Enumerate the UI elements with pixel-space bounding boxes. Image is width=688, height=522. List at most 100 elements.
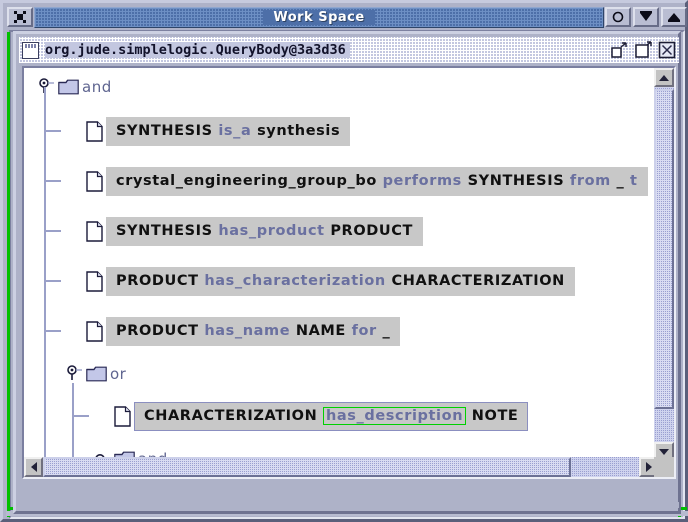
maximize-icon: [635, 41, 652, 58]
document-icon: [86, 120, 103, 142]
scroll-left-button[interactable]: [24, 457, 43, 477]
folder-icon: [58, 79, 79, 95]
tree-guide-line: [44, 131, 46, 181]
tree-guide-line: [44, 181, 46, 231]
arrow-right-icon: [645, 462, 652, 472]
tree-row[interactable]: crystal_engineering_group_bo performs SY…: [24, 131, 658, 206]
tree-guide-line: [44, 180, 61, 182]
window-menu-button[interactable]: [7, 7, 33, 27]
window-restore-button[interactable]: [633, 7, 659, 27]
tree-row[interactable]: and: [24, 68, 658, 106]
titlebar-pattern-strip: Work Space: [34, 6, 604, 28]
statement-predicate: from: [569, 172, 611, 189]
tree-leaf-statement[interactable]: SYNTHESIS is_a synthesis: [106, 116, 351, 146]
document-icon: [86, 270, 103, 292]
horizontal-scroll-thumb[interactable]: [43, 457, 571, 477]
document-icon: [114, 405, 131, 427]
query-tree-viewport[interactable]: and SYNTHESIS is_a synthesis crystal_eng…: [24, 68, 658, 461]
internal-frame-title: org.jude.simplelogic.QueryBody@3a3d36: [45, 42, 350, 58]
statement-predicate: has_name: [204, 322, 291, 339]
internal-frame-iconify-button[interactable]: [610, 41, 628, 59]
document-icon: [86, 170, 103, 192]
accent-bar-left: [7, 32, 10, 517]
document-icon: [86, 220, 103, 242]
statement-object: synthesis: [257, 122, 341, 139]
statement-object: SYNTHESIS: [467, 172, 565, 189]
query-tree-scrollpane: and SYNTHESIS is_a synthesis crystal_eng…: [22, 66, 676, 479]
window-maximize-button[interactable]: [661, 7, 687, 27]
tree-guide-line: [72, 416, 74, 458]
tree-row[interactable]: SYNTHESIS is_a synthesis: [24, 87, 658, 156]
statement-object: _: [382, 322, 391, 339]
tree-row[interactable]: CHARACTERIZATION has_description NOTE: [24, 383, 658, 441]
statement-predicate-highlighted[interactable]: has_description: [323, 406, 467, 425]
statement-predicate-truncated: t: [630, 172, 638, 189]
tree-leaf-statement[interactable]: PRODUCT has_name NAME for _: [106, 316, 401, 346]
tree-leaf-statement[interactable]: PRODUCT has_characterization CHARACTERIZ…: [106, 266, 575, 296]
tree-row[interactable]: PRODUCT has_characterization CHARACTERIZ…: [24, 231, 658, 306]
statement-object: NAME: [295, 322, 346, 339]
statement-subject: crystal_engineering_group_bo: [116, 172, 377, 189]
iconify-icon: [611, 42, 627, 58]
query-tree-rows: and SYNTHESIS is_a synthesis crystal_eng…: [24, 68, 658, 461]
tree-leaf-statement[interactable]: SYNTHESIS has_product PRODUCT: [106, 216, 423, 246]
window-title: Work Space: [263, 9, 375, 25]
tree-row[interactable]: PRODUCT has_name NAME for _: [24, 281, 658, 356]
statement-object: CHARACTERIZATION: [391, 272, 565, 289]
tree-guide-line: [44, 330, 61, 332]
folder-icon: [86, 366, 107, 381]
tree-guide-line: [72, 383, 74, 416]
document-icon: [86, 320, 103, 342]
window-minimize-button[interactable]: [605, 7, 631, 27]
expand-handle-expanded-icon[interactable]: [38, 78, 56, 96]
minimize-icon: [612, 11, 624, 23]
internal-frame-close-button[interactable]: [658, 41, 676, 59]
statement-object: NOTE: [471, 407, 519, 424]
statement-subject: SYNTHESIS: [116, 122, 213, 139]
statement-predicate: for: [351, 322, 377, 339]
internal-frame-maximize-button[interactable]: [634, 41, 652, 59]
internal-frame-bottom: [19, 502, 679, 508]
window-menu-icon: [14, 11, 26, 23]
statement-subject: PRODUCT: [116, 272, 199, 289]
vertical-scrollbar[interactable]: [654, 68, 674, 461]
tree-guide-line: [44, 246, 46, 461]
statement-subject: CHARACTERIZATION: [144, 407, 318, 424]
internal-frame-titlebar[interactable]: org.jude.simplelogic.QueryBody@3a3d36: [19, 37, 679, 63]
tree-node-label: and: [82, 78, 112, 96]
arrow-up-icon: [659, 74, 669, 81]
tree-guide-line: [72, 415, 89, 417]
tree-row[interactable]: SYNTHESIS has_product PRODUCT: [24, 181, 658, 256]
work-space-window: Work Space org.jude.simplelogic.QueryBod…: [0, 0, 688, 522]
window-frame-icon: [22, 41, 39, 59]
vertical-scroll-track[interactable]: [654, 87, 674, 442]
window-titlebar: Work Space: [6, 6, 688, 28]
statement-predicate: has_characterization: [204, 272, 386, 289]
arrow-left-icon: [30, 462, 37, 472]
close-icon: [658, 41, 676, 59]
vertical-scroll-thumb[interactable]: [654, 89, 674, 409]
tree-leaf-statement[interactable]: crystal_engineering_group_bo performs SY…: [106, 166, 648, 196]
scroll-up-button[interactable]: [654, 68, 674, 87]
tree-guide-line: [44, 87, 46, 131]
statement-subject: PRODUCT: [116, 322, 199, 339]
maximize-icon: [668, 13, 680, 22]
statement-object: PRODUCT: [330, 222, 413, 239]
tree-node-label: or: [110, 364, 127, 383]
statement-predicate: performs: [382, 172, 462, 189]
tree-row[interactable]: or: [24, 331, 658, 391]
restore-icon: [640, 11, 652, 21]
horizontal-scrollbar[interactable]: [24, 457, 658, 477]
horizontal-scroll-track[interactable]: [43, 457, 639, 477]
statement-predicate: is_a: [218, 122, 252, 139]
tree-leaf-statement-selected[interactable]: CHARACTERIZATION has_description NOTE: [134, 401, 529, 431]
statement-object: _: [616, 172, 625, 189]
titlebar-spacer: [350, 50, 604, 51]
tree-guide-line: [44, 230, 61, 232]
tree-guide-line: [44, 130, 61, 132]
tree-guide-line: [44, 280, 61, 282]
statement-subject: SYNTHESIS: [116, 222, 213, 239]
scrollbar-corner: [654, 457, 674, 477]
query-body-internal-frame: org.jude.simplelogic.QueryBody@3a3d36 an…: [13, 31, 681, 514]
expand-handle-expanded-icon[interactable]: [66, 364, 84, 383]
